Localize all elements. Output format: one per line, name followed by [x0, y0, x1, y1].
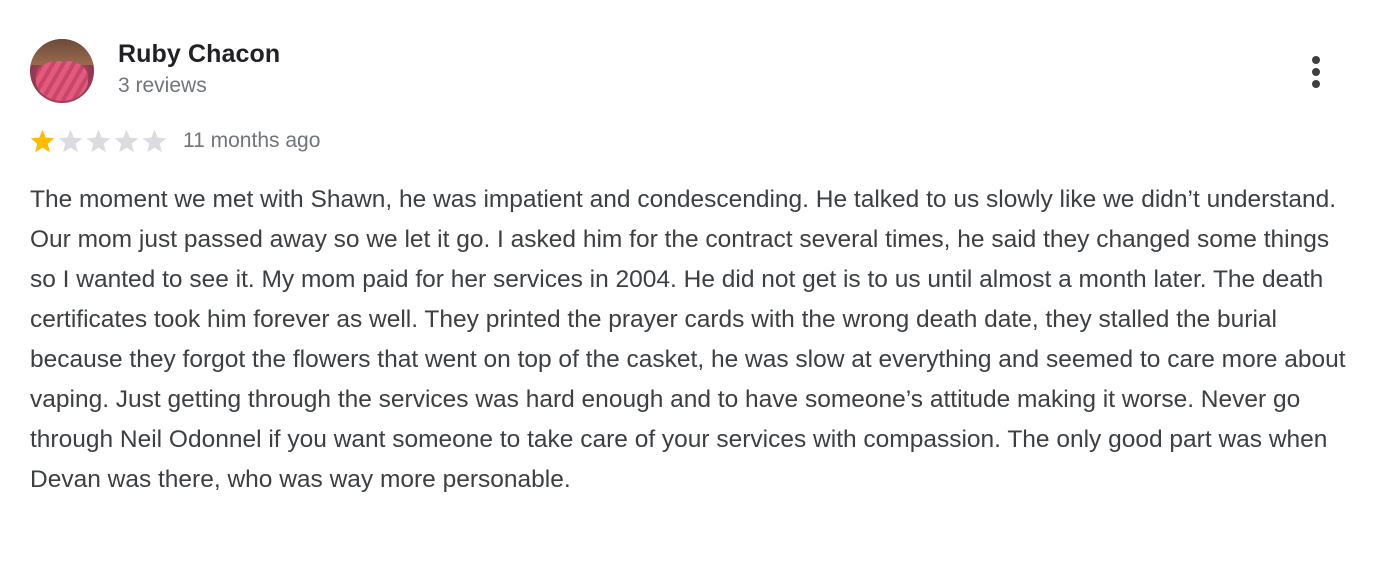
star-empty-icon	[86, 129, 111, 152]
star-empty-icon	[58, 129, 83, 152]
rating-row: 11 months ago	[29, 126, 320, 156]
review-date: 11 months ago	[183, 129, 321, 152]
avatar[interactable]	[30, 39, 94, 103]
review-text: The moment we met with Shawn, he was imp…	[30, 186, 1346, 493]
avatar-mask	[36, 61, 88, 101]
author-name[interactable]: Ruby Chacon	[118, 40, 280, 69]
more-options-button[interactable]	[1300, 50, 1332, 94]
author-review-count: 3 reviews	[118, 74, 207, 97]
star-empty-icon	[142, 129, 167, 152]
review-card: Ruby Chacon 3 reviews 11 months ago The …	[0, 0, 1384, 564]
star-empty-icon	[114, 129, 139, 152]
star-rating	[29, 128, 169, 155]
star-filled-icon	[30, 129, 55, 152]
